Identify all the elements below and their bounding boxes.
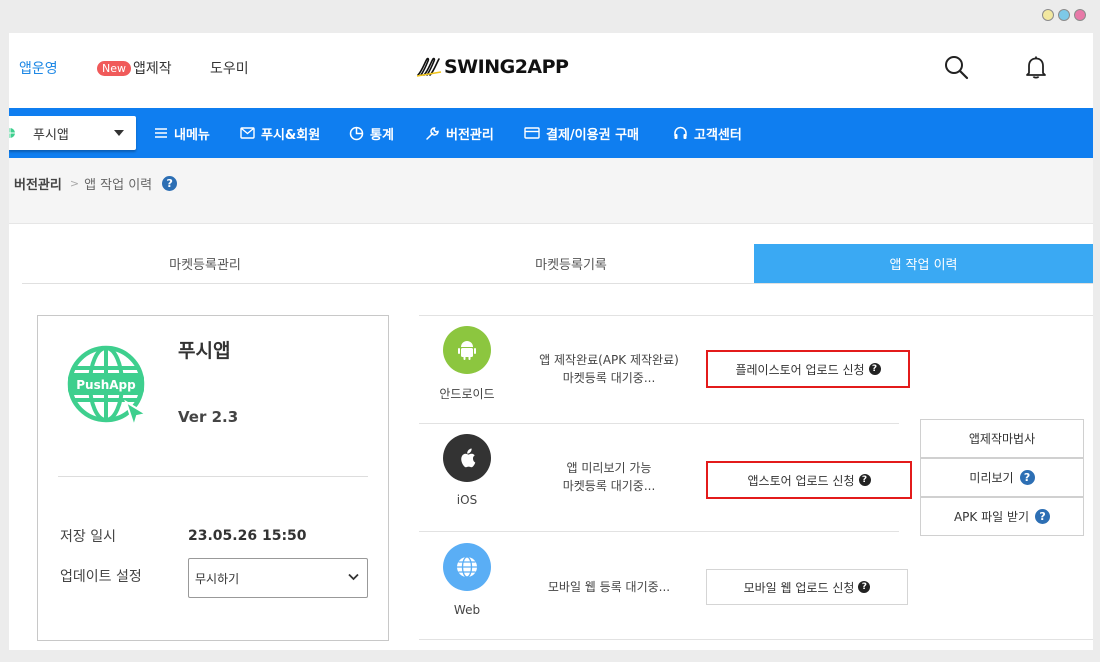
breadcrumb-current: 앱 작업 이력 (84, 178, 153, 193)
help-icon[interactable]: ? (1019, 470, 1035, 485)
android-status-line1: 앱 제작완료(APK 제작완료) (539, 353, 679, 367)
android-status-line2: 마켓등록 대기중... (562, 371, 656, 385)
globe-icon (443, 543, 491, 591)
question-icon[interactable]: ? (858, 474, 871, 486)
update-setting-label: 업데이트 설정 (60, 569, 142, 585)
platform-status-ios: 앱 미리보기 가능 마켓등록 대기중... (519, 459, 699, 495)
menu-statistics[interactable]: 통계 (349, 123, 394, 143)
mail-icon (240, 127, 255, 139)
appstore-upload-label: 앱스토어 업로드 신청 (747, 473, 855, 488)
ios-status-line1: 앱 미리보기 가능 (566, 461, 652, 475)
platform-row-ios: iOS 앱 미리보기 가능 마켓등록 대기중... 앱스토어 업로드 신청 ? (419, 424, 912, 532)
top-header: 앱운영 New 앱제작 도우미 SWING2APP (9, 33, 1093, 108)
search-icon[interactable] (942, 53, 970, 81)
apple-icon (443, 434, 491, 482)
wrench-icon (426, 126, 439, 140)
window-dot-blue[interactable] (1058, 9, 1070, 21)
pushapp-globe-icon: PushApp (67, 345, 149, 430)
update-setting-value: 무시하기 (195, 571, 240, 586)
card-icon (524, 127, 540, 139)
new-badge: New (97, 61, 131, 76)
pie-chart-icon (349, 126, 364, 140)
breadcrumb: 버전관리 > 앱 작업 이력 ? (14, 174, 178, 193)
hamburger-icon (155, 128, 167, 138)
menu-statistics-label: 통계 (370, 127, 394, 143)
window-dot-pink[interactable] (1074, 9, 1086, 21)
card-divider (58, 476, 368, 477)
menu-push-members[interactable]: 푸시&회원 (240, 123, 320, 143)
app-select-label: 푸시앱 (33, 127, 69, 143)
android-icon (443, 326, 491, 374)
platform-row-web: Web 모바일 웹 등록 대기중... 모바일 웹 업로드 신청 ? (419, 532, 1093, 640)
app-select-dropdown[interactable]: 푸시앱 (9, 116, 136, 150)
question-icon[interactable]: ? (858, 581, 871, 593)
platform-status-android: 앱 제작완료(APK 제작완료) 마켓등록 대기중... (519, 351, 699, 387)
help-icon[interactable]: ? (1035, 509, 1051, 524)
pushapp-icon-text: PushApp (76, 378, 136, 392)
menu-my-menu[interactable]: 내메뉴 (154, 123, 210, 143)
playstore-upload-label: 플레이스토어 업로드 신청 (735, 362, 865, 377)
main-menu-bar: 푸시앱 내메뉴 푸시&회원 통계 버전관리 결제/이용권 구매 고객센터 (9, 108, 1093, 158)
apk-download-button[interactable]: APK 파일 받기 ? (920, 497, 1084, 536)
nav-app-operation[interactable]: 앱운영 (19, 58, 58, 78)
preview-button[interactable]: 미리보기 ? (920, 458, 1084, 497)
menu-payment[interactable]: 결제/이용권 구매 (524, 123, 639, 143)
platform-row-android: 안드로이드 앱 제작완료(APK 제작완료) 마켓등록 대기중... 플레이스토… (419, 316, 910, 424)
menu-payment-label: 결제/이용권 구매 (546, 127, 639, 143)
caret-down-icon (114, 130, 124, 136)
platform-name-android: 안드로이드 (439, 387, 495, 401)
headset-icon (674, 126, 687, 139)
tab-app-work-history[interactable]: 앱 작업 이력 (754, 244, 1093, 283)
update-setting-select[interactable]: 무시하기 (188, 558, 368, 598)
swing2app-logo[interactable]: SWING2APP (416, 53, 569, 81)
menu-version-manage-label: 버전관리 (446, 127, 494, 143)
tab-market-records[interactable]: 마켓등록기록 (388, 244, 754, 283)
app-name: 푸시앱 (178, 340, 231, 362)
platform-name-web: Web (453, 603, 481, 617)
web-upload-label: 모바일 웹 업로드 신청 (743, 580, 855, 595)
tab-market-manage[interactable]: 마켓등록관리 (22, 244, 388, 283)
saved-at-label: 저장 일시 (60, 529, 116, 545)
breadcrumb-separator: > (69, 177, 80, 190)
preview-label: 미리보기 (969, 471, 1014, 485)
app-info-card: PushApp 푸시앱 Ver 2.3 저장 일시 23.05.26 15:50… (37, 315, 389, 641)
window-titlebar (0, 0, 1100, 33)
window-controls (1042, 9, 1086, 21)
menu-customer-center[interactable]: 고객센터 (673, 123, 742, 143)
playstore-upload-button[interactable]: 플레이스토어 업로드 신청 ? (706, 350, 910, 388)
apk-download-label: APK 파일 받기 (953, 510, 1030, 524)
help-icon[interactable]: ? (162, 176, 178, 191)
tab-bar: 마켓등록관리 마켓등록기록 앱 작업 이력 (22, 244, 1093, 284)
chevron-down-icon (348, 573, 359, 581)
breadcrumb-area: 버전관리 > 앱 작업 이력 ? (9, 158, 1093, 224)
appstore-upload-button[interactable]: 앱스토어 업로드 신청 ? (706, 461, 912, 499)
app-globe-icon (9, 128, 15, 138)
platform-status-web: 모바일 웹 등록 대기중... (519, 578, 699, 596)
logo-text: SWING2APP (444, 56, 569, 78)
logo-mark-icon (416, 57, 442, 77)
ios-status-line2: 마켓등록 대기중... (562, 479, 656, 493)
breadcrumb-root[interactable]: 버전관리 (14, 174, 62, 193)
app-window: 앱운영 New 앱제작 도우미 SWING2APP 푸시앱 내메뉴 푸시&회원 … (9, 33, 1093, 650)
platform-name-ios: iOS (456, 493, 478, 507)
app-wizard-button[interactable]: 앱제작마법사 (920, 419, 1084, 458)
menu-push-members-label: 푸시&회원 (261, 127, 321, 143)
web-status-line1: 모바일 웹 등록 대기중... (547, 580, 671, 594)
window-dot-yellow[interactable] (1042, 9, 1054, 21)
web-upload-button[interactable]: 모바일 웹 업로드 신청 ? (706, 569, 908, 605)
nav-helper[interactable]: 도우미 (210, 58, 249, 78)
saved-at-value: 23.05.26 15:50 (188, 528, 307, 544)
nav-app-build-label: 앱제작 (133, 61, 172, 77)
menu-my-menu-label: 내메뉴 (174, 127, 210, 143)
menu-version-manage[interactable]: 버전관리 (425, 123, 494, 143)
bell-icon[interactable] (1022, 53, 1050, 81)
nav-app-build[interactable]: New 앱제작 (97, 58, 172, 78)
question-icon[interactable]: ? (868, 363, 881, 375)
menu-customer-center-label: 고객센터 (694, 127, 742, 143)
app-version: Ver 2.3 (178, 408, 239, 426)
app-wizard-label: 앱제작마법사 (968, 432, 1036, 446)
